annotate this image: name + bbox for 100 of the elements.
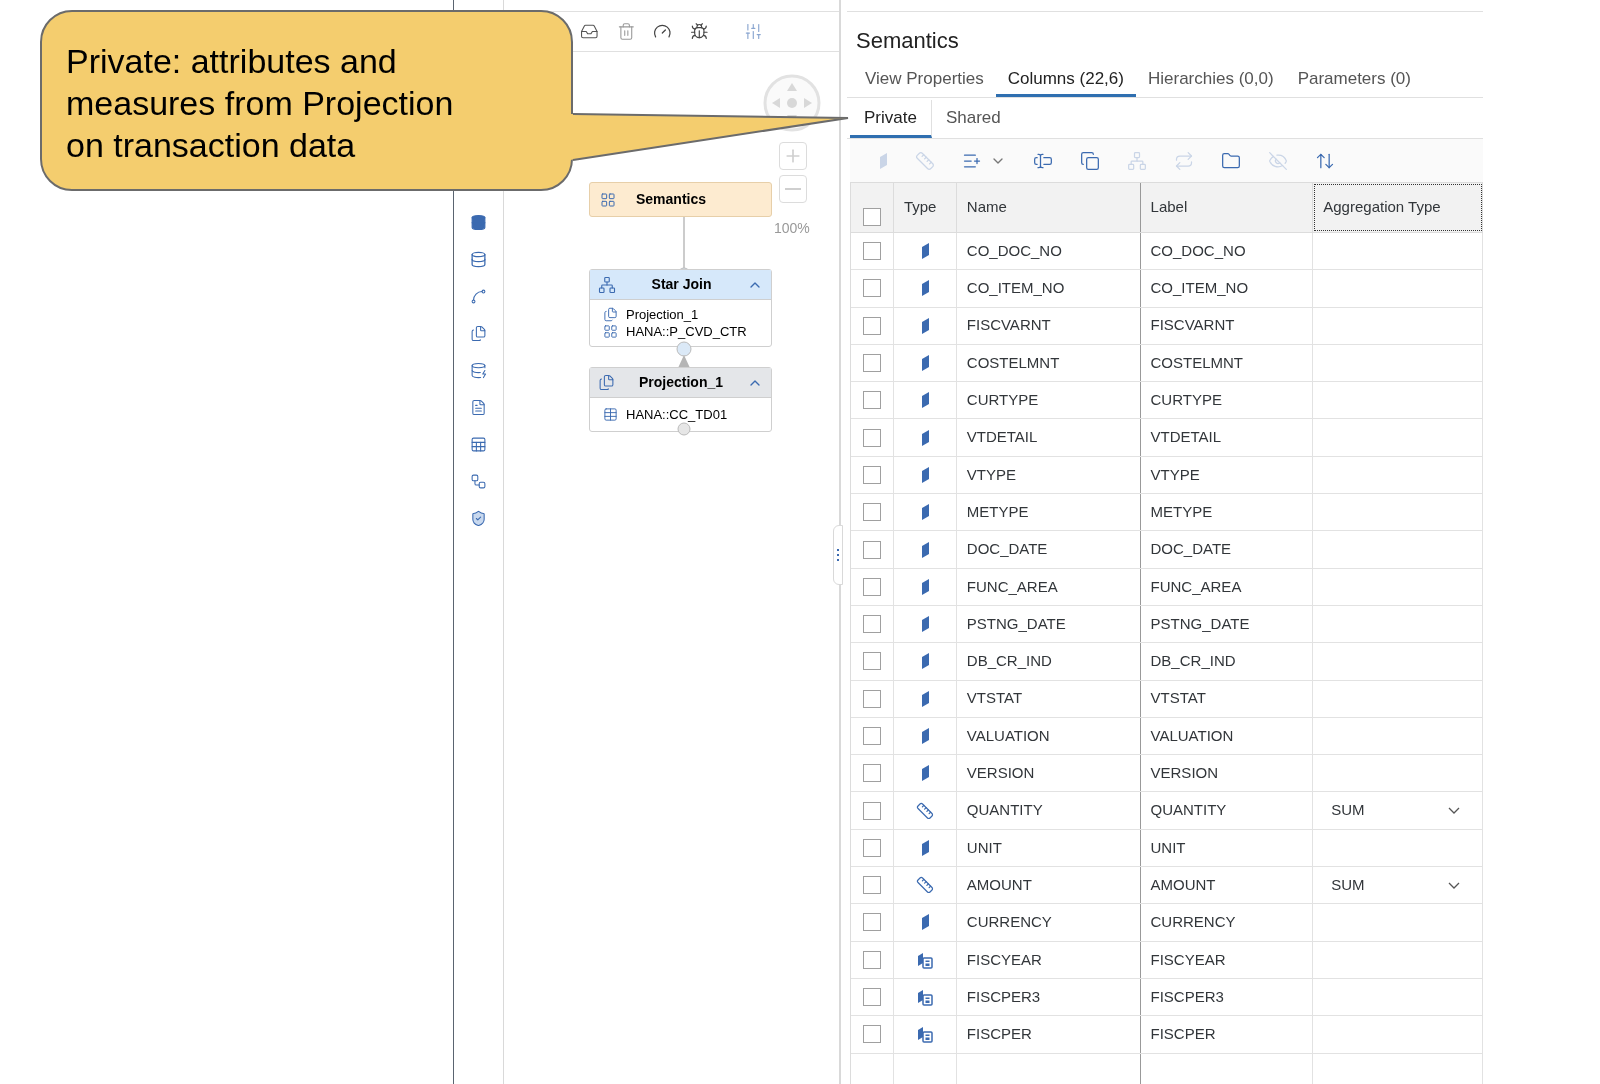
ruler-icon — [915, 876, 934, 895]
checkbox[interactable] — [862, 950, 881, 969]
documents-icon[interactable] — [470, 325, 487, 342]
attribute-icon — [919, 765, 930, 782]
database-icon[interactable] — [470, 214, 487, 231]
toolbar-button[interactable] — [1221, 150, 1241, 171]
checkbox[interactable] — [862, 801, 881, 820]
semantics-node[interactable]: Semantics — [589, 182, 772, 217]
table-cell-text: COSTELMNT — [1150, 352, 1244, 373]
document-icon[interactable] — [470, 399, 487, 416]
attribute-icon — [919, 243, 930, 260]
checkbox[interactable] — [862, 428, 881, 447]
attribute-icon — [919, 392, 930, 409]
column-header[interactable]: Name — [956, 183, 1141, 232]
sliders-icon[interactable] — [744, 22, 763, 41]
database-icon[interactable] — [470, 362, 487, 379]
attribute-icon — [919, 839, 930, 856]
checkbox[interactable] — [862, 615, 881, 634]
flow-icon[interactable] — [470, 473, 487, 490]
splitter-handle[interactable] — [833, 525, 843, 585]
node-input-label: Projection_1 — [626, 305, 699, 324]
table-cell-text: VTSTAT — [1150, 688, 1206, 709]
caret-icon — [1448, 881, 1460, 889]
checkbox[interactable] — [862, 764, 881, 783]
checkbox[interactable] — [862, 242, 881, 261]
calculated-column-icon — [916, 950, 933, 969]
callout-text: Private: attributes and measures from Projection on transaction data — [66, 41, 455, 166]
zoom-out-button[interactable] — [779, 175, 807, 203]
tab[interactable]: Hierarchies (0,0) — [1135, 63, 1286, 97]
table-cell-text: FUNC_AREA — [1150, 576, 1242, 597]
aggregation-dropdown[interactable]: SUM — [1313, 867, 1482, 904]
checkbox[interactable] — [862, 913, 881, 932]
tab[interactable]: Parameters (0) — [1285, 63, 1423, 97]
grid-icon — [600, 191, 616, 208]
checkbox[interactable] — [862, 503, 881, 522]
copy-icon — [1080, 150, 1100, 171]
table-cell-text: VALUATION — [966, 725, 1050, 746]
checkbox[interactable] — [862, 652, 881, 671]
gauge-icon[interactable] — [653, 22, 672, 41]
table-cell-text: VALUATION — [1150, 725, 1234, 746]
trash-icon[interactable] — [616, 22, 636, 41]
inbox-icon[interactable] — [580, 22, 599, 41]
hierarchy-icon — [1127, 150, 1147, 171]
attribute-icon — [919, 914, 930, 931]
column-header[interactable]: Aggregation Type — [1313, 183, 1483, 232]
checkbox[interactable] — [862, 876, 881, 895]
table-cell-text: QUANTITY — [966, 800, 1043, 821]
projection-node[interactable]: Projection_1 HANA::CC_TD01 — [589, 367, 772, 432]
table-cell-text: DOC_DATE — [966, 539, 1048, 560]
table-cell-text: CURTYPE — [1150, 390, 1222, 411]
tab[interactable]: View Properties — [853, 63, 996, 97]
checkbox[interactable] — [862, 354, 881, 373]
checkbox[interactable] — [862, 727, 881, 745]
port-icon — [677, 422, 691, 436]
attribute-icon — [919, 466, 930, 483]
calculated-column-icon — [916, 988, 933, 1007]
aggregation-dropdown[interactable]: SUM — [1313, 792, 1482, 829]
shield-icon[interactable] — [470, 510, 487, 527]
node-input-label: HANA::P_CVD_CTR — [626, 322, 747, 341]
table-cell-text: FISCPER3 — [1150, 986, 1224, 1007]
tab[interactable]: Columns (22,6) — [995, 63, 1136, 97]
bug-icon[interactable] — [689, 22, 709, 41]
column-header[interactable]: Type — [893, 183, 957, 232]
table-cell-text: CO_ITEM_NO — [966, 278, 1065, 299]
table-cell-text: PSTNG_DATE — [1150, 613, 1250, 634]
table-cell-text: AMOUNT — [966, 874, 1032, 895]
checkbox[interactable] — [862, 316, 881, 335]
connector-arrow — [675, 341, 693, 369]
table-cell-text: CURTYPE — [966, 390, 1039, 411]
caret-icon — [1448, 807, 1460, 815]
checkbox[interactable] — [862, 540, 881, 559]
attribute-icon — [919, 653, 930, 670]
toolbar-button[interactable] — [1080, 150, 1100, 171]
database-icon[interactable] — [470, 251, 487, 268]
checkbox[interactable] — [862, 988, 881, 1007]
table-cell-text: VERSION — [966, 763, 1035, 784]
checkbox[interactable] — [862, 208, 881, 226]
column-header[interactable]: Label — [1140, 183, 1314, 232]
attribute-icon — [919, 616, 930, 633]
checkbox[interactable] — [862, 279, 881, 298]
checkbox[interactable] — [862, 391, 881, 410]
checkbox[interactable] — [862, 689, 881, 708]
checkbox[interactable] — [862, 577, 881, 596]
star-join-node[interactable]: Star Join Projection_1 HANA::P_CVD_CTR — [589, 269, 772, 347]
checkbox[interactable] — [862, 1025, 881, 1044]
attribute-icon — [919, 317, 930, 334]
spreadsheet-icon[interactable] — [470, 436, 487, 453]
table-cell-text: VERSION — [1150, 763, 1219, 784]
documents-icon — [603, 307, 618, 322]
table-cell-text: FISCVARNT — [1150, 315, 1235, 336]
checkbox[interactable] — [862, 838, 881, 857]
table-cell-text: VTDETAIL — [966, 427, 1038, 448]
eye-off-icon — [1268, 150, 1288, 171]
nodes-icon[interactable] — [470, 288, 487, 305]
tab[interactable]: Shared — [931, 100, 1015, 138]
table-icon — [603, 407, 618, 422]
checkbox[interactable] — [862, 465, 881, 484]
zoom-in-button[interactable] — [779, 142, 807, 170]
table-cell-text: PSTNG_DATE — [966, 613, 1066, 634]
table-cell-text: DB_CR_IND — [966, 651, 1052, 672]
